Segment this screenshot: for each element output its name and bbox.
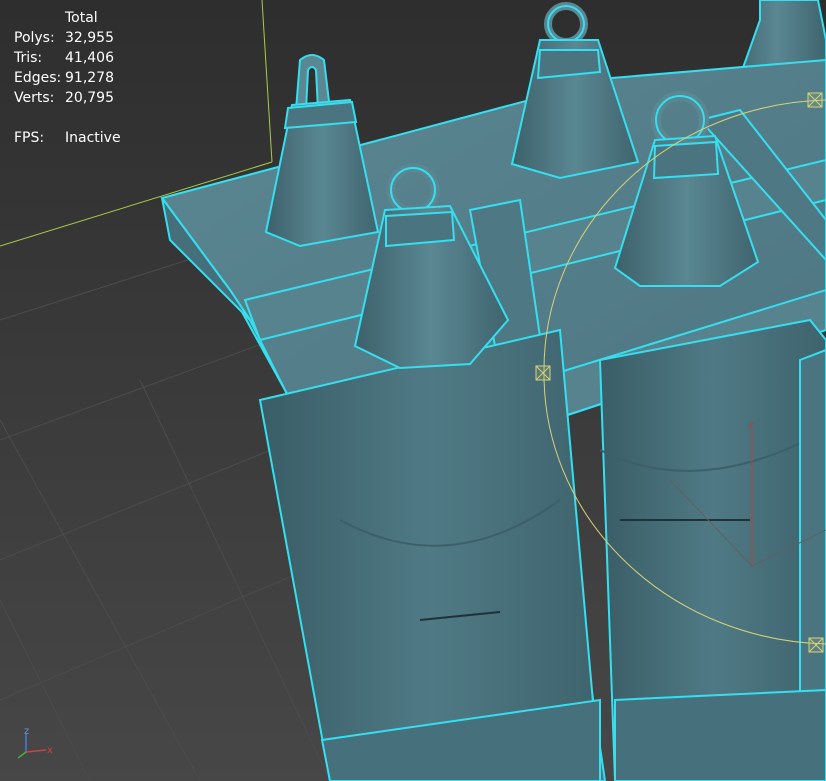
axis-z-label: z [24,726,29,737]
stats-row-polys: Polys: 32,955 [14,28,135,48]
stats-row-fps: FPS: Inactive [14,128,135,148]
pivot-z-label: z [748,418,754,431]
viewport-perspective[interactable]: z Total Polys: 32,955 Tris: 41,406 Edges… [0,0,826,781]
fps-label: FPS: [14,130,45,146]
axis-x-line [25,749,47,753]
stats-label: Polys: [14,30,55,46]
stats-label: Edges: [14,70,62,86]
stats-label: Verts: [14,90,55,106]
axis-y-line [17,751,27,759]
stats-value: 20,795 [65,90,114,106]
stats-value: 91,278 [65,70,114,86]
stats-spacer [14,108,135,128]
stats-row-verts: Verts: 20,795 [14,88,135,108]
stats-label: Tris: [14,50,43,66]
stats-row-edges: Edges: 91,278 [14,68,135,88]
axis-x-label: x [47,745,53,756]
stats-value: 32,955 [65,30,114,46]
world-axis-icon: z x [17,726,53,759]
stats-row-tris: Tris: 41,406 [14,48,135,68]
stats-value: 41,406 [65,50,114,66]
fps-value: Inactive [65,130,121,146]
stats-header: Total [65,10,98,26]
viewport-statistics: Total Polys: 32,955 Tris: 41,406 Edges: … [14,8,135,148]
